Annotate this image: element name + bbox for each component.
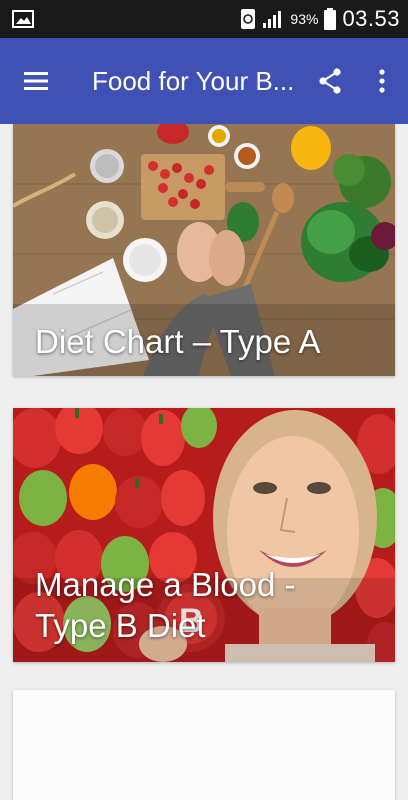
signal-icon [263,11,282,28]
article-card[interactable]: B Manage a Blood - Type B Diet [13,408,395,662]
status-time: 03.53 [342,6,400,31]
more-vert-icon [379,69,385,93]
overflow-menu-button[interactable] [356,38,408,124]
image-icon [12,10,34,28]
share-icon [319,68,341,94]
card-title: Diet Chart – Type A [35,322,321,360]
page-title: Food for Your B... [92,65,295,96]
article-card[interactable]: Diet Chart – Type A [13,124,395,376]
card-list: Diet Chart – Type A B Manage a Blood - T… [0,124,408,800]
menu-button[interactable] [0,38,72,124]
card-title: Manage a Blood - Type B Diet [35,565,296,644]
share-button[interactable] [304,38,356,124]
status-bar: 93% 03.53 [0,0,408,38]
battery-icon [324,8,337,30]
article-card[interactable] [13,690,395,800]
battery-percentage: 93% [290,11,319,27]
sync-icon [241,9,256,29]
hamburger-menu-icon [24,72,48,90]
app-bar: Food for Your B... [0,38,408,124]
